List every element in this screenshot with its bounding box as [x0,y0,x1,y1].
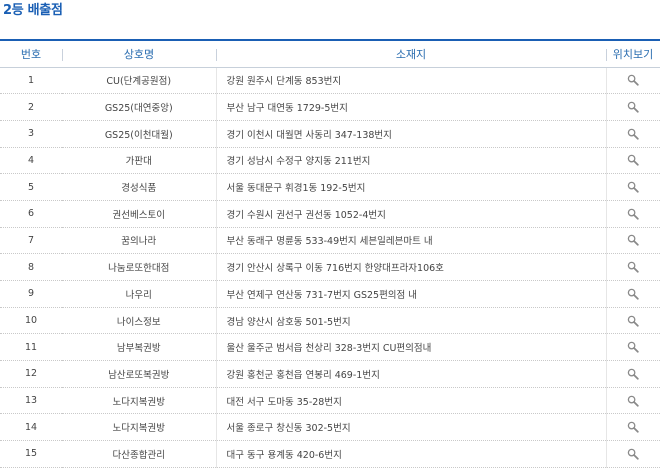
search-icon[interactable] [627,234,639,247]
store-name: 다산종합관리 [62,440,217,468]
row-num: 15 [0,440,62,468]
store-name: 노다지복권방 [62,387,217,415]
table-header-row: 번호 상호명 소재지 위치보기 [0,39,660,68]
table-row: 9 나우리 부산 연제구 연산동 731-7번지 GS25편의점 내 [0,280,660,308]
row-num: 12 [0,360,62,388]
location-cell [606,280,660,308]
location-cell [606,387,660,415]
search-icon[interactable] [627,288,639,300]
search-icon[interactable] [627,74,639,87]
location-cell [606,440,660,468]
store-name: GS25(이천대월) [62,120,217,148]
location-cell [606,307,660,335]
table-row: 10 나이스정보 경남 양산시 삼호동 501-5번지 [0,307,660,335]
table-row: 6 권선베스토이 경기 수원시 권선구 권선동 1052-4번지 [0,200,660,228]
table-row: 15 다산종합관리 대구 동구 용계동 420-6번지 [0,440,660,468]
search-icon[interactable] [627,395,639,407]
store-address: 경남 양산시 삼호동 501-5번지 [216,307,607,335]
location-cell [606,93,660,121]
table-row: 3 GS25(이천대월) 경기 이천시 대월면 사동리 347-138번지 [0,120,660,148]
store-address: 부산 연제구 연산동 731-7번지 GS25편의점 내 [216,280,607,308]
header-name: 상호명 [62,39,216,68]
row-num: 9 [0,280,62,308]
row-num: 2 [0,93,62,121]
search-icon[interactable] [627,341,639,353]
search-icon[interactable] [627,261,639,273]
store-name: 꿈의나라 [62,227,217,255]
location-cell [606,173,660,201]
store-name: 가판대 [62,147,217,175]
row-num: 1 [0,67,62,95]
row-num: 11 [0,333,62,362]
store-address: 경기 안산시 상록구 이동 716번지 한양대프라자106호 [216,253,607,281]
store-address: 서울 동대문구 휘경1동 192-5번지 [216,173,607,201]
store-address: 경기 이천시 대월면 사동리 347-138번지 [216,120,607,148]
header-address: 소재지 [216,39,606,68]
store-table: 번호 상호명 소재지 위치보기 1 CU(단계공원점) 강원 원주시 단계동 853… [0,39,660,468]
search-icon[interactable] [627,154,639,167]
row-num: 7 [0,227,62,255]
store-address: 부산 남구 대연동 1729-5번지 [216,93,607,121]
row-num: 6 [0,200,62,228]
store-address: 서울 종로구 창신동 302-5번지 [216,413,607,442]
table-row: 4 가판대 경기 성남시 수정구 양지동 211번지 [0,147,660,175]
store-name: GS25(대연중앙) [62,93,217,121]
store-name: 나눔로또한대점 [62,253,217,281]
store-address: 부산 동래구 명륜동 533-49번지 세븐일레븐마트 내 [216,227,607,255]
row-num: 8 [0,253,62,281]
location-cell [606,253,660,281]
table-row: 12 남산로또복권방 강원 홍천군 홍천읍 연봉리 469-1번지 [0,360,660,388]
location-cell [606,333,660,362]
store-address: 대전 서구 도마동 35-28번지 [216,387,607,415]
location-cell [606,227,660,255]
location-cell [606,147,660,175]
table-row: 11 남부복권방 울산 울주군 범서읍 천상리 328-3번지 CU편의점내 [0,333,660,362]
row-num: 14 [0,413,62,442]
page-title: 2등 배출점 [3,3,63,18]
store-name: 경성식품 [62,173,217,201]
search-icon[interactable] [627,368,639,380]
table-row: 5 경성식품 서울 동대문구 휘경1동 192-5번지 [0,173,660,201]
table-row: 7 꿈의나라 부산 동래구 명륜동 533-49번지 세븐일레븐마트 내 [0,227,660,255]
table-row: 1 CU(단계공원점) 강원 원주시 단계동 853번지 [0,67,660,95]
table-row: 2 GS25(대연중앙) 부산 남구 대연동 1729-5번지 [0,93,660,121]
table-row: 14 노다지복권방 서울 종로구 창신동 302-5번지 [0,413,660,442]
location-cell [606,200,660,228]
store-name: 남부복권방 [62,333,217,362]
store-name: 남산로또복권방 [62,360,217,388]
search-icon[interactable] [627,101,639,113]
store-address: 강원 홍천군 홍천읍 연봉리 469-1번지 [216,360,607,388]
location-cell [606,413,660,442]
search-icon[interactable] [627,448,639,460]
store-name: 권선베스토이 [62,200,217,228]
search-icon[interactable] [627,128,639,140]
store-address: 울산 울주군 범서읍 천상리 328-3번지 CU편의점내 [216,333,607,362]
search-icon[interactable] [627,208,639,220]
header-num: 번호 [0,39,62,68]
store-name: 나이스정보 [62,307,217,335]
store-name: CU(단계공원점) [62,67,217,95]
table-row: 13 노다지복권방 대전 서구 도마동 35-28번지 [0,387,660,415]
row-num: 3 [0,120,62,148]
row-num: 5 [0,173,62,201]
row-num: 13 [0,387,62,415]
search-icon[interactable] [627,421,639,433]
location-cell [606,67,660,95]
store-address: 경기 성남시 수정구 양지동 211번지 [216,147,607,175]
header-location: 위치보기 [606,39,660,68]
store-address: 강원 원주시 단계동 853번지 [216,67,607,95]
store-address: 대구 동구 용계동 420-6번지 [216,440,607,468]
search-icon[interactable] [627,315,639,327]
table-row: 8 나눔로또한대점 경기 안산시 상록구 이동 716번지 한양대프라자106호 [0,253,660,281]
row-num: 10 [0,307,62,335]
search-icon[interactable] [627,181,639,193]
location-cell [606,360,660,388]
location-cell [606,120,660,148]
store-address: 경기 수원시 권선구 권선동 1052-4번지 [216,200,607,228]
store-name: 나우리 [62,280,217,308]
row-num: 4 [0,147,62,175]
store-name: 노다지복권방 [62,413,217,442]
